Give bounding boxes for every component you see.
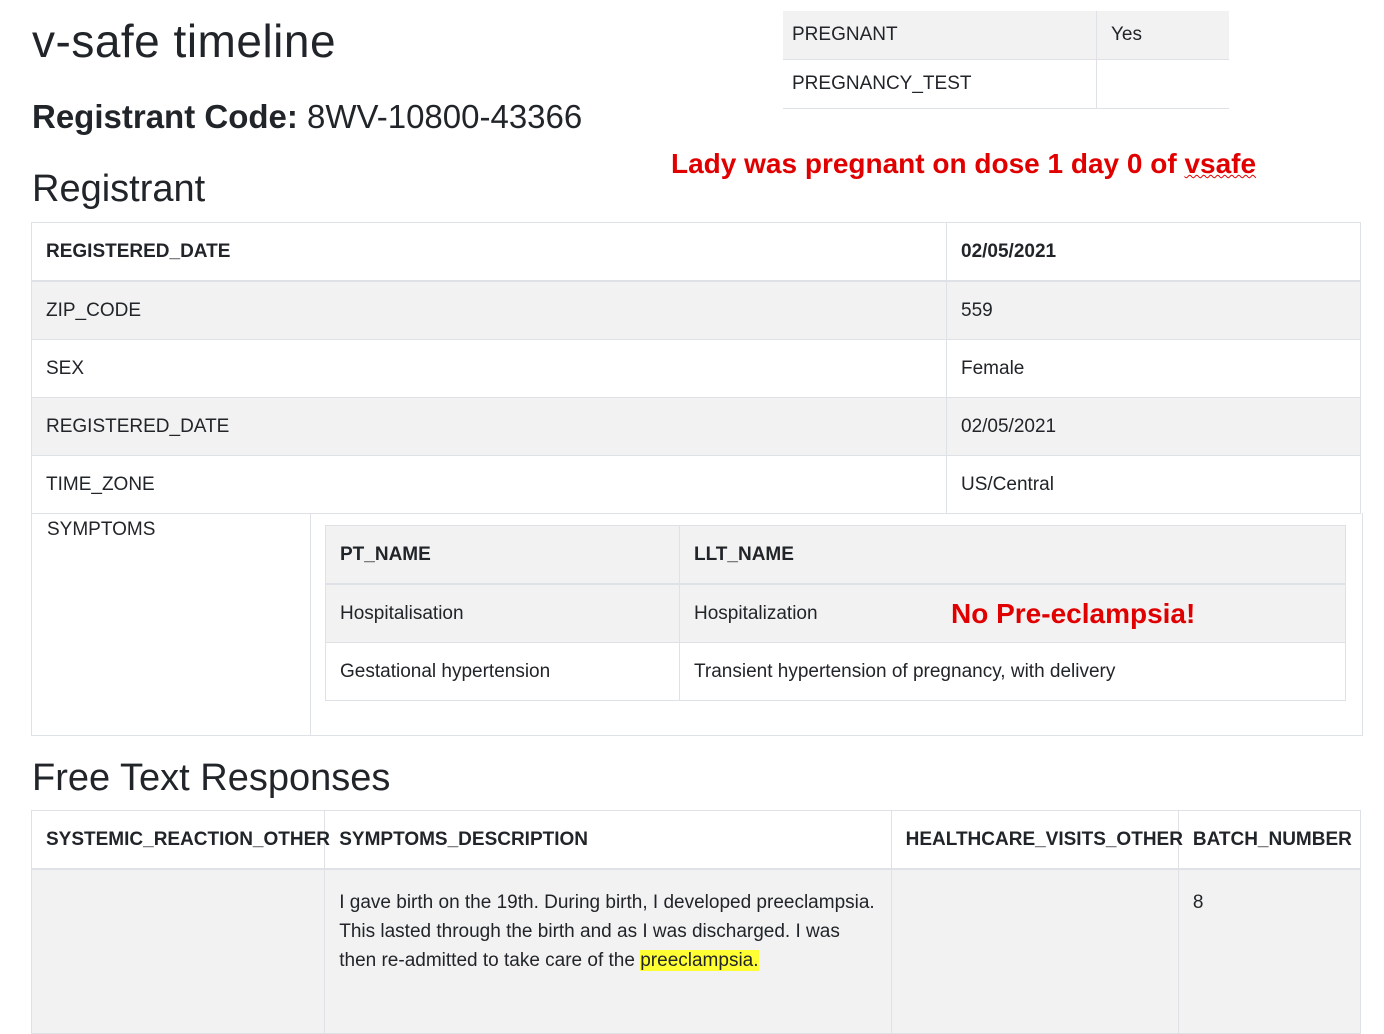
table-row: Gestational hypertension Transient hyper… <box>325 642 1346 701</box>
vsafe-word: vsafe <box>1184 148 1257 179</box>
registered-date-label: REGISTERED_DATE <box>31 397 947 456</box>
free-text-table: SYSTEMIC_REACTION_OTHER SYMPTOMS_DESCRIP… <box>31 810 1361 1034</box>
table-header-row: PT_NAME LLT_NAME <box>325 525 1346 585</box>
table-row: TIME_ZONE US/Central <box>31 455 1361 514</box>
sex-value: Female <box>946 339 1361 398</box>
pt-name-header: PT_NAME <box>325 525 680 585</box>
registered-date-value: 02/05/2021 <box>946 397 1361 456</box>
pregnant-value: Yes <box>1096 11 1229 60</box>
systemic-reaction-other-cell <box>31 869 326 1034</box>
pregnancy-test-label: PREGNANCY_TEST <box>783 59 1097 109</box>
table-row: ZIP_CODE 559 <box>31 281 1361 340</box>
pregnancy-table: PREGNANT Yes PREGNANCY_TEST <box>783 11 1229 109</box>
pregnant-annotation-text: Lady was pregnant on dose 1 day 0 of <box>671 148 1185 179</box>
table-row: REGISTERED_DATE 02/05/2021 <box>31 397 1361 456</box>
table-row: REGISTERED_DATE 02/05/2021 <box>31 222 1361 282</box>
batch-number-cell: 8 <box>1178 869 1361 1034</box>
llt-name-cell: Transient hypertension of pregnancy, wit… <box>679 642 1346 701</box>
batch-number-header: BATCH_NUMBER <box>1178 810 1361 870</box>
highlighted-text: preeclampsia. <box>640 950 759 971</box>
symptoms-description-header: SYMPTOMS_DESCRIPTION <box>324 810 892 870</box>
page-title: v-safe timeline <box>32 15 337 67</box>
registered-date-header: REGISTERED_DATE <box>31 222 947 282</box>
symptoms-divider <box>310 513 311 735</box>
table-row: SEX Female <box>31 339 1361 398</box>
registrant-code: Registrant Code: 8WV-10800-43366 <box>32 98 582 136</box>
registrant-code-value: 8WV-10800-43366 <box>307 98 583 135</box>
pregnant-label: PREGNANT <box>783 11 1097 60</box>
systemic-reaction-other-header: SYSTEMIC_REACTION_OTHER <box>31 810 330 870</box>
symptoms-description-text: I gave birth on the 19th. During birth, … <box>339 892 875 971</box>
llt-name-header: LLT_NAME <box>679 525 1346 585</box>
healthcare-visits-other-header: HEALTHCARE_VISITS_OTHER <box>891 810 1183 870</box>
pt-name-cell: Gestational hypertension <box>325 642 680 701</box>
registrant-table: REGISTERED_DATE 02/05/2021 ZIP_CODE 559 … <box>31 222 1361 514</box>
time-zone-value: US/Central <box>961 473 1054 495</box>
zip-code-label: ZIP_CODE <box>31 281 947 340</box>
pregnancy-test-value <box>1096 59 1229 109</box>
free-text-heading: Free Text Responses <box>32 757 391 799</box>
table-row: PREGNANCY_TEST <box>783 59 1229 109</box>
symptoms-description-cell: I gave birth on the 19th. During birth, … <box>324 869 892 1034</box>
table-header-row: SYSTEMIC_REACTION_OTHER SYMPTOMS_DESCRIP… <box>31 810 1361 870</box>
no-preeclampsia-annotation: No Pre-eclampsia! <box>951 598 1196 629</box>
time-zone-label: TIME_ZONE <box>31 455 947 514</box>
table-row: I gave birth on the 19th. During birth, … <box>31 869 1361 1034</box>
table-row: PREGNANT Yes <box>783 11 1229 60</box>
registrant-heading: Registrant <box>32 168 206 210</box>
zip-code-value: 559 <box>946 281 1361 340</box>
pt-name-cell: Hospitalisation <box>325 584 680 643</box>
sex-label: SEX <box>31 339 947 398</box>
pregnant-annotation: Lady was pregnant on dose 1 day 0 of vsa… <box>671 148 1256 180</box>
registrant-code-label: Registrant Code: <box>32 98 298 135</box>
registered-date-header-value: 02/05/2021 <box>946 222 1361 282</box>
healthcare-visits-other-cell <box>891 869 1179 1034</box>
symptoms-label: SYMPTOMS <box>47 519 156 540</box>
